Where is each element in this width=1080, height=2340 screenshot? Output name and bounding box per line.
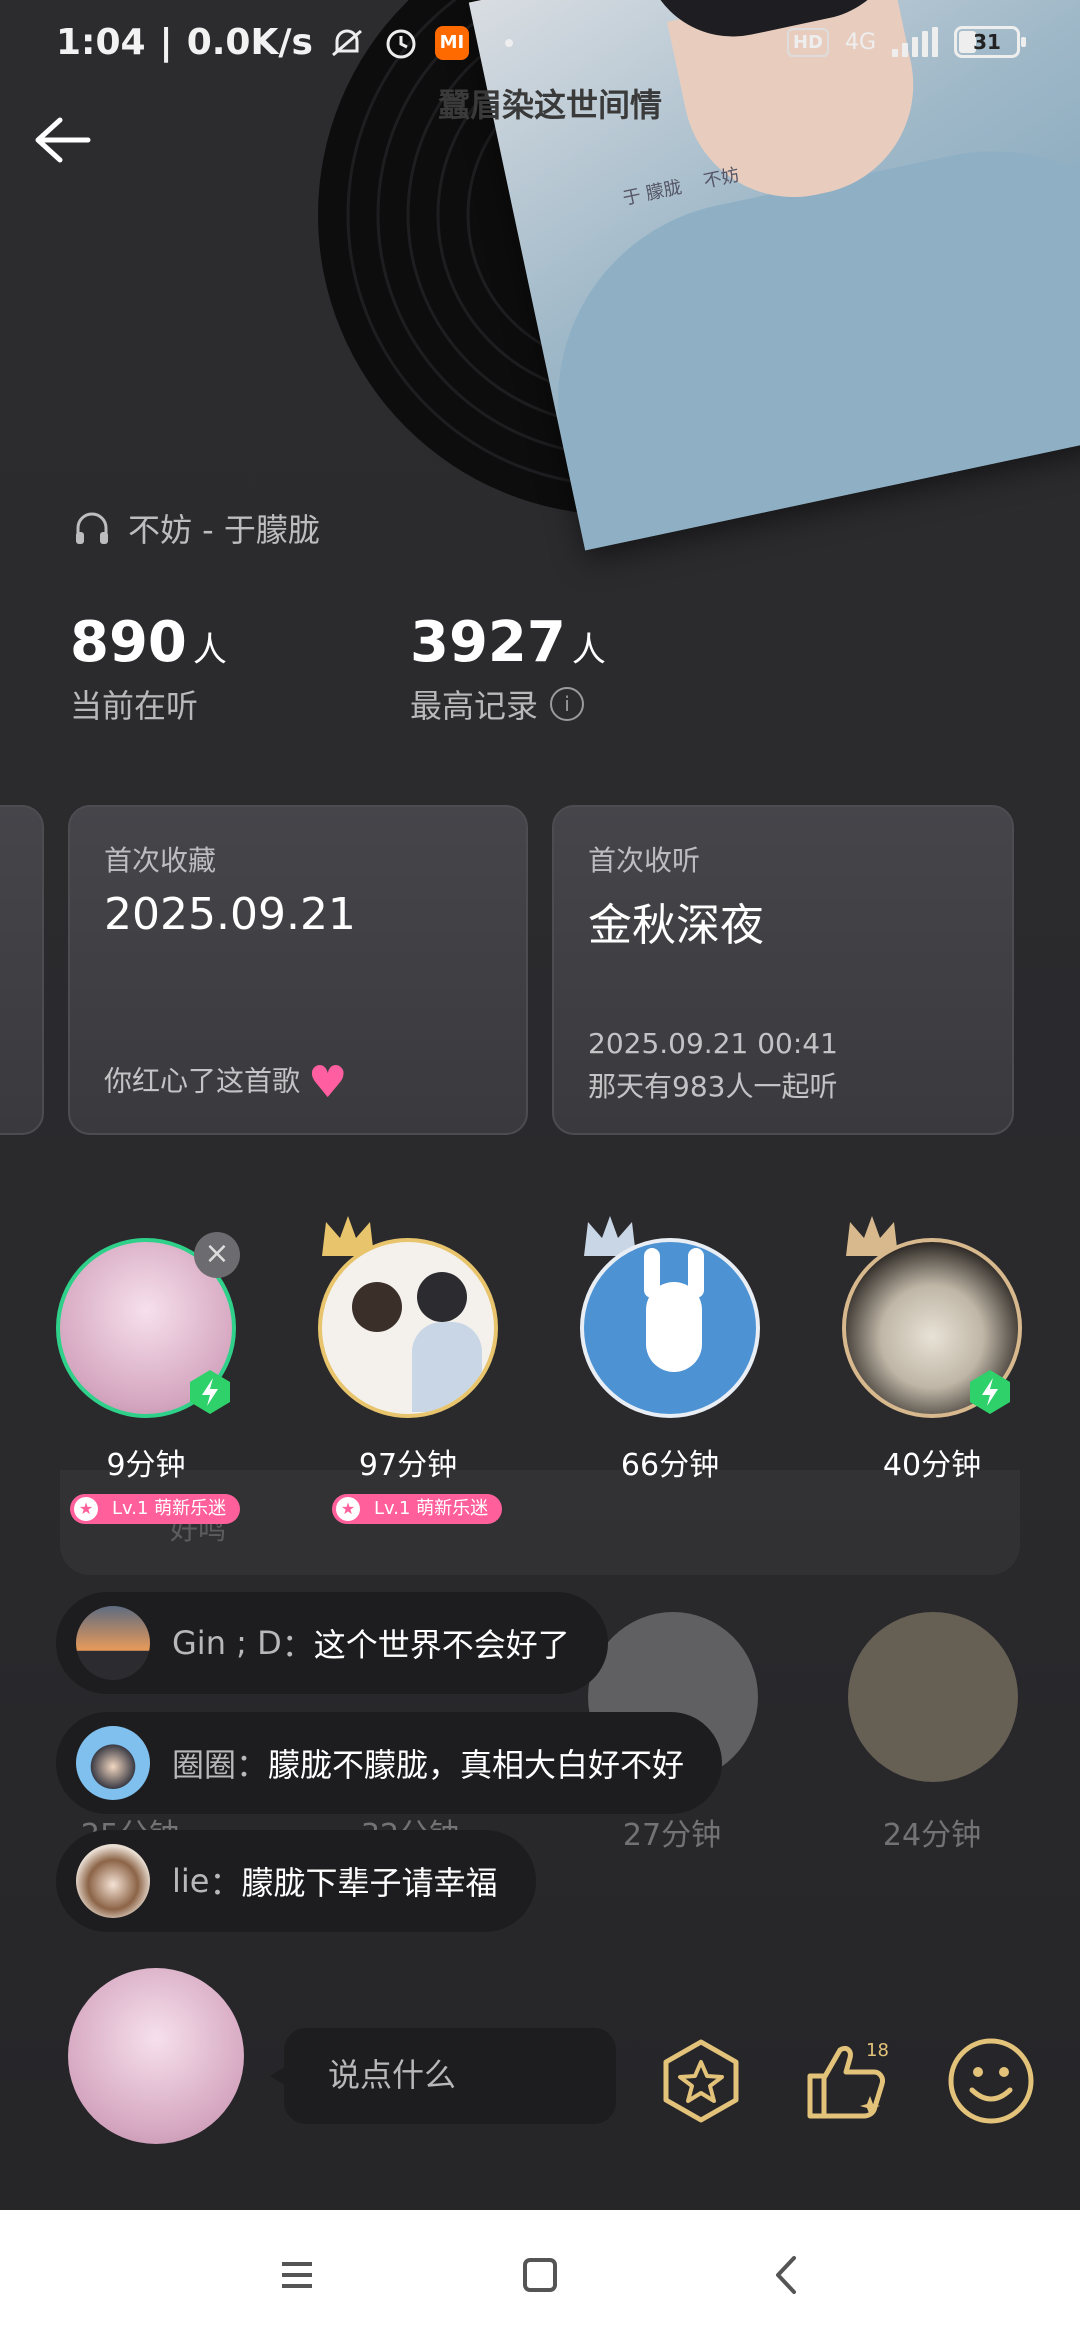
avatar-figure	[412, 1322, 482, 1412]
headphones-icon	[76, 512, 108, 544]
record-listeners-count: 3927	[410, 610, 566, 675]
emoji-icon[interactable]	[944, 2034, 1038, 2128]
battery-level: 31	[973, 30, 1001, 54]
level-text: Lv.1 萌新乐迷	[374, 1498, 489, 1519]
record-listeners-stat: 3927 人 最高记录 i	[410, 610, 606, 727]
record-listeners-unit: 人	[571, 630, 606, 670]
menu-icon[interactable]	[272, 2250, 322, 2300]
battery-icon: 31	[954, 26, 1026, 58]
status-bar: 1:04 | 0.0K/s MI HD 4G 31	[0, 0, 1080, 92]
bolt-badge-icon	[970, 1370, 1010, 1414]
faded-time: 27分钟	[622, 1818, 722, 1853]
comment-text: 朦胧不朦胧，真相大白好不好	[268, 1746, 685, 1784]
avatar-figure	[417, 1272, 467, 1322]
card-partial[interactable]	[0, 805, 44, 1135]
song-info[interactable]: 不妨 - 于朦胧	[72, 505, 320, 551]
first-listen-card[interactable]: 首次收听 金秋深夜 2025.09.21 00:41 那天有983人一起听	[552, 805, 1014, 1135]
network-type: 4G	[844, 29, 876, 55]
back-icon[interactable]	[762, 2250, 812, 2300]
hd-icon: HD	[786, 27, 829, 57]
comment-avatar	[76, 1726, 150, 1800]
alarm-icon	[386, 29, 416, 58]
status-right: HD 4G 31	[786, 26, 1026, 58]
comment-avatar	[76, 1606, 150, 1680]
current-listeners-unit: 人	[192, 630, 227, 670]
mute-bell-icon	[331, 29, 362, 56]
status-time: 1:04	[56, 22, 146, 63]
card-key: 首次收藏	[104, 844, 217, 877]
heart-icon: ♥	[308, 1057, 348, 1108]
info-icon[interactable]: i	[550, 687, 585, 721]
comment-user: 圈圈	[172, 1746, 237, 1784]
listen-time: 97分钟	[358, 1448, 458, 1483]
comment-input[interactable]: 说点什么	[270, 2028, 616, 2124]
system-nav-bar	[0, 2210, 1080, 2340]
star-icon: ★	[336, 1497, 360, 1521]
listener-avatar[interactable]	[318, 1238, 498, 1418]
comment-bubble[interactable]: 圈圈：朦胧不朦胧，真相大白好不好	[56, 1712, 723, 1814]
comment-separator: ：	[236, 1746, 269, 1784]
listener-avatar[interactable]	[580, 1238, 760, 1418]
like-count: 18	[866, 2040, 889, 2061]
comment-user: lie	[172, 1862, 210, 1900]
record-listeners-label: 最高记录	[410, 687, 539, 725]
status-net-speed: 0.0K/s	[186, 22, 313, 63]
signal-icon	[892, 27, 938, 57]
comment-text: 这个世界不会好了	[313, 1626, 570, 1664]
home-icon[interactable]	[515, 2250, 565, 2300]
back-arrow-icon[interactable]	[30, 108, 94, 172]
avatar-bunny-ear	[644, 1248, 660, 1298]
listen-time: 40分钟	[882, 1448, 982, 1483]
comment-avatar	[76, 1844, 150, 1918]
current-listeners-count: 890	[70, 610, 187, 675]
card-count-note: 那天有983人一起听	[588, 1070, 838, 1103]
faded-time: 24分钟	[882, 1818, 982, 1853]
card-value: 2025.09.21	[104, 889, 356, 940]
card-note: 你红心了这首歌 ♥	[104, 1057, 347, 1108]
listen-time: 9分钟	[106, 1448, 186, 1483]
song-title: 不妨 - 于朦胧	[128, 511, 320, 549]
status-separator: |	[159, 22, 173, 63]
first-favorite-card[interactable]: 首次收藏 2025.09.21 你红心了这首歌 ♥	[68, 805, 528, 1135]
status-left: 1:04 | 0.0K/s MI	[56, 22, 513, 63]
card-key: 首次收听	[588, 844, 701, 877]
comment-user: Gin ; D	[172, 1624, 282, 1662]
notification-dot	[504, 38, 513, 47]
comment-bubble[interactable]: lie：朦胧下辈子请幸福	[56, 1830, 536, 1932]
card-date: 2025.09.21 00:41	[588, 1027, 838, 1060]
faded-avatar	[848, 1612, 1018, 1782]
level-badge: ★ Lv.1 萌新乐迷	[332, 1494, 503, 1524]
comment-text: 朦胧下辈子请幸福	[241, 1864, 498, 1902]
cover-artist: 于 朦胧	[620, 176, 684, 210]
comment-bubble[interactable]: Gin ; D：这个世界不会好了	[56, 1592, 608, 1694]
my-avatar[interactable]	[68, 1968, 244, 2144]
current-listeners-stat: 890 人 当前在听	[70, 610, 227, 727]
close-icon[interactable]: ×	[194, 1232, 240, 1278]
mi-app-icon: MI	[434, 25, 469, 60]
bolt-badge-icon	[190, 1370, 230, 1414]
comment-separator: ：	[281, 1626, 314, 1664]
card-note-text: 你红心了这首歌	[104, 1064, 301, 1098]
cover-song: 不妨	[701, 164, 742, 193]
card-value: 金秋深夜	[588, 900, 764, 951]
avatar-bunny-ear	[688, 1248, 704, 1298]
current-listeners-label: 当前在听	[70, 687, 199, 725]
listen-together-page: 1:04 | 0.0K/s MI HD 4G 31 于 朦胧 不妨 蠶眉染这世间…	[0, 0, 1080, 2340]
level-text: Lv.1 萌新乐迷	[112, 1498, 227, 1519]
star-icon: ★	[74, 1497, 98, 1521]
level-badge: ★ Lv.1 萌新乐迷	[70, 1494, 241, 1524]
comment-separator: ：	[209, 1864, 242, 1902]
listen-time: 66分钟	[620, 1448, 720, 1483]
avatar-figure	[352, 1282, 402, 1332]
gift-star-icon[interactable]	[656, 2036, 746, 2126]
